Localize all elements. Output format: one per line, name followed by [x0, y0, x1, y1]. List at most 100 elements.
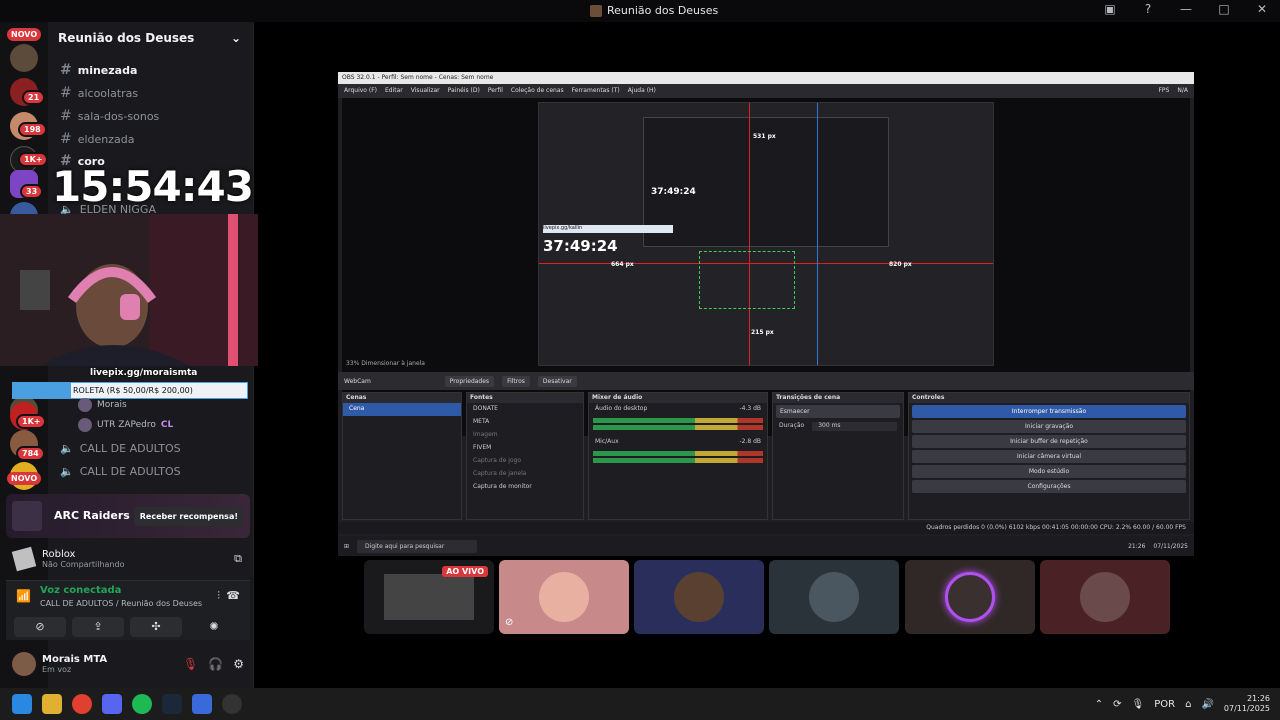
taskbar-clock[interactable]: 21:26 07/11/2025: [1224, 694, 1270, 714]
zoom-mode[interactable]: Dimensionar à janela: [361, 360, 425, 367]
track-name: Mic/Aux: [595, 438, 619, 445]
source-item[interactable]: FIVEM: [467, 442, 583, 455]
volume-meter: [593, 418, 763, 423]
participant-tile[interactable]: ⊘: [499, 560, 629, 634]
server-icon[interactable]: [10, 44, 38, 72]
disable-button[interactable]: Desativar: [537, 375, 577, 387]
discord-icon[interactable]: [102, 694, 122, 714]
source-name: WebCam: [344, 377, 371, 385]
menu-item[interactable]: Coleção de cenas: [511, 87, 564, 95]
menu-item[interactable]: Visualizar: [411, 87, 440, 95]
system-tray: ⌃ ⟳ 🎙 POR ⌂ 🔊 21:26 07/11/2025: [1095, 694, 1270, 714]
camera-off-button[interactable]: ⊘: [14, 617, 66, 637]
menu-item[interactable]: Ferramentas (T): [572, 87, 620, 95]
screen-share-icon[interactable]: ⧉: [234, 552, 242, 566]
avatar[interactable]: [12, 652, 36, 676]
menu-item[interactable]: Painéis (D): [448, 87, 480, 95]
chrome-icon[interactable]: [72, 694, 92, 714]
start-icon[interactable]: [12, 694, 32, 714]
unread-badge: 784: [16, 446, 45, 461]
channel-name: eldenzada: [77, 132, 135, 146]
soundboard-button[interactable]: ✺: [188, 617, 240, 637]
share-screen-button[interactable]: ⇪: [72, 617, 124, 637]
voice-channel-item[interactable]: 🔈 CALL DE ADULTOS: [60, 465, 181, 478]
participant-tile[interactable]: [1040, 560, 1170, 634]
file-explorer-icon[interactable]: [42, 694, 62, 714]
promo-banner[interactable]: ARC Raiders Receber recompensa!: [6, 494, 250, 538]
menu-item[interactable]: Editar: [385, 87, 403, 95]
menu-item[interactable]: Perfil: [488, 87, 503, 95]
deafen-icon[interactable]: 🎧: [208, 657, 223, 671]
scene-item[interactable]: Cena: [343, 403, 461, 416]
source-item[interactable]: Imagem: [467, 429, 583, 442]
volume-slider[interactable]: [593, 458, 763, 463]
maximize-icon[interactable]: □: [1216, 2, 1232, 16]
channel-item[interactable]: # sala-dos-sonos: [60, 108, 159, 124]
inbox-icon[interactable]: ▣: [1102, 2, 1118, 16]
participant-tile-streaming[interactable]: AO VIVO: [364, 560, 494, 634]
volume-icon[interactable]: 🔊: [1201, 699, 1213, 710]
stop-streaming-button[interactable]: Interromper transmissão: [912, 405, 1186, 418]
noise-suppression-icon[interactable]: ⫶: [217, 589, 220, 603]
hash-icon: #: [60, 131, 72, 147]
avatar: [539, 572, 589, 622]
participant-tile[interactable]: [769, 560, 899, 634]
channel-item[interactable]: # eldenzada: [60, 131, 135, 147]
activity-panel: Roblox Não Compartilhando ⧉: [6, 542, 250, 576]
properties-button[interactable]: Propriedades: [444, 375, 495, 387]
activities-button[interactable]: ✣: [130, 617, 182, 637]
menu-item[interactable]: Ajuda (H): [628, 87, 656, 95]
source-item[interactable]: Captura de janela: [467, 468, 583, 481]
channel-item[interactable]: # minezada: [60, 62, 137, 78]
volume-slider[interactable]: [593, 425, 763, 430]
stream-view[interactable]: OBS 32.0.1 - Perfil: Sem nome - Cenas: S…: [338, 72, 1194, 556]
voice-user[interactable]: Morais: [78, 398, 127, 412]
unread-badge: 21: [22, 90, 46, 105]
obs-icon[interactable]: [222, 694, 242, 714]
dock-title: Mixer de áudio: [589, 393, 767, 403]
disconnect-icon[interactable]: ☎: [226, 589, 240, 602]
settings-button[interactable]: Configurações: [912, 480, 1186, 493]
language-indicator[interactable]: POR: [1154, 699, 1175, 710]
network-icon[interactable]: ⌂: [1185, 699, 1191, 710]
close-icon[interactable]: ✕: [1254, 2, 1270, 16]
transition-select[interactable]: Esmaecer: [776, 405, 900, 418]
sync-icon[interactable]: ⟳: [1113, 699, 1121, 710]
start-virtual-camera-button[interactable]: Iniciar câmera virtual: [912, 450, 1186, 463]
steam-icon[interactable]: [162, 694, 182, 714]
guide-label: 664 px: [611, 261, 634, 268]
obs-menu-bar: Arquivo (F) Editar Visualizar Painéis (D…: [338, 84, 1194, 98]
start-recording-button[interactable]: Iniciar gravação: [912, 420, 1186, 433]
participant-tile[interactable]: [634, 560, 764, 634]
scenes-dock: Cenas Cena: [342, 392, 462, 520]
duration-input[interactable]: 300 ms: [812, 422, 897, 431]
source-item[interactable]: META: [467, 416, 583, 429]
filters-button[interactable]: Filtros: [502, 375, 530, 387]
help-icon[interactable]: ?: [1140, 2, 1156, 16]
chevron-up-icon[interactable]: ⌃: [1095, 699, 1103, 710]
muted-icon: ⊘: [505, 617, 514, 628]
recursive-screen-capture: 37:49:24 37:49:24 livepix.gg/kallin 531 …: [538, 102, 994, 366]
spotify-icon[interactable]: [132, 694, 152, 714]
source-item[interactable]: DONATE: [467, 403, 583, 416]
source-item[interactable]: Captura de jogo: [467, 455, 583, 468]
channel-item[interactable]: # alcoolatras: [60, 85, 138, 101]
microphone-icon[interactable]: 🎙: [1132, 699, 1145, 710]
app-icon[interactable]: [192, 694, 212, 714]
claim-reward-button[interactable]: Receber recompensa!: [133, 506, 244, 526]
minimize-icon[interactable]: —: [1178, 2, 1194, 16]
menu-item[interactable]: Arquivo (F): [344, 87, 377, 95]
server-header[interactable]: Reunião dos Deuses ⌄: [48, 22, 253, 54]
start-replay-buffer-button[interactable]: Iniciar buffer de repetição: [912, 435, 1186, 448]
obs-window-title: OBS 32.0.1 - Perfil: Sem nome - Cenas: S…: [338, 72, 1194, 84]
mute-icon[interactable]: 🎙: [183, 657, 198, 671]
source-item[interactable]: Captura de monitor: [467, 481, 583, 494]
voice-channel-item[interactable]: 🔈 CALL DE ADULTOS: [60, 442, 181, 455]
settings-icon[interactable]: ⚙: [233, 657, 244, 671]
voice-user[interactable]: UTR ZAPedro CL: [78, 418, 173, 432]
studio-mode-button[interactable]: Modo estúdio: [912, 465, 1186, 478]
zoom-value: 33%: [346, 360, 360, 367]
voice-channel[interactable]: CALL DE ADULTOS / Reunião dos Deuses: [40, 599, 202, 608]
duration-label: Duração: [779, 422, 805, 429]
participant-tile-speaking[interactable]: [905, 560, 1035, 634]
